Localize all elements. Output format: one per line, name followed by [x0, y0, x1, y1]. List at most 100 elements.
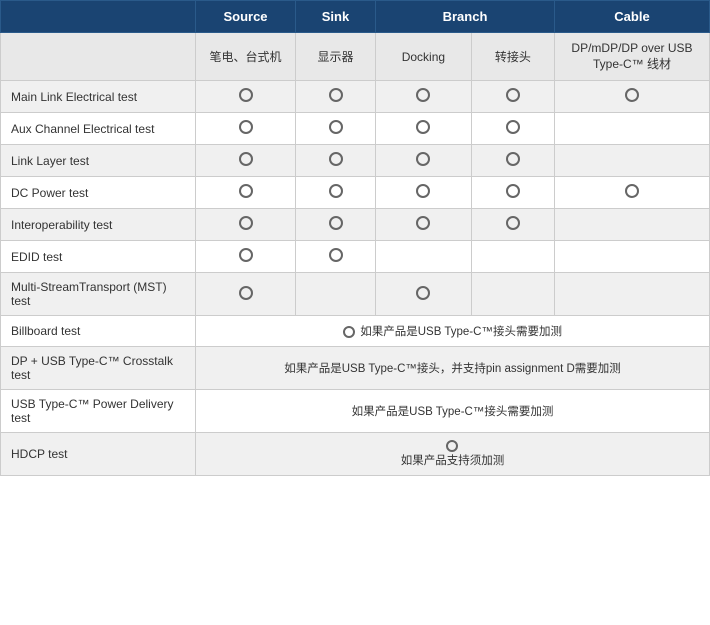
row-label: Billboard test: [1, 316, 196, 347]
cell-branch1: [376, 209, 472, 241]
cell-source: [196, 273, 296, 316]
row-label: Multi-StreamTransport (MST) test: [1, 273, 196, 316]
row-label: DC Power test: [1, 177, 196, 209]
cell-cable: [555, 113, 710, 145]
circle-icon: [343, 326, 355, 338]
sub-col-branch2: 转接头: [471, 33, 554, 81]
row-label: Interoperability test: [1, 209, 196, 241]
note-cell: 如果产品是USB Type-C™接头需要加测: [196, 390, 710, 433]
cell-branch1: [376, 177, 472, 209]
cell-source: [196, 81, 296, 113]
circle-icon: [506, 216, 520, 230]
circle-icon: [239, 152, 253, 166]
cell-branch1: [376, 145, 472, 177]
circle-icon: [416, 88, 430, 102]
cell-branch1: [376, 273, 472, 316]
cell-sink: [296, 81, 376, 113]
cell-sink: [296, 177, 376, 209]
sub-col-cable: DP/mDP/DP over USB Type-C™ 线材: [555, 33, 710, 81]
cell-cable: [555, 241, 710, 273]
circle-icon: [625, 88, 639, 102]
col-header-sink: Sink: [296, 1, 376, 33]
circle-icon: [329, 248, 343, 262]
col-header-cable: Cable: [555, 1, 710, 33]
note-cell: 如果产品是USB Type-C™接头，并支持pin assignment D需要…: [196, 347, 710, 390]
note-cell: 如果产品是USB Type-C™接头需要加测: [196, 316, 710, 347]
sub-col-name: [1, 33, 196, 81]
cell-source: [196, 241, 296, 273]
circle-icon: [329, 120, 343, 134]
circle-icon: [416, 286, 430, 300]
table-row: Billboard test 如果产品是USB Type-C™接头需要加测: [1, 316, 710, 347]
cell-branch2: [471, 145, 554, 177]
circle-icon: [239, 88, 253, 102]
cell-branch2: [471, 209, 554, 241]
circle-icon: [239, 248, 253, 262]
sub-col-branch1: Docking: [376, 33, 472, 81]
sub-col-source: 笔电、台式机: [196, 33, 296, 81]
col-header-branch: Branch: [376, 1, 555, 33]
cell-source: [196, 209, 296, 241]
cell-cable: [555, 209, 710, 241]
cell-source: [196, 177, 296, 209]
circle-icon: [625, 184, 639, 198]
cell-cable: [555, 81, 710, 113]
circle-icon: [239, 184, 253, 198]
cell-branch2: [471, 241, 554, 273]
row-label: DP + USB Type-C™ Crosstalk test: [1, 347, 196, 390]
circle-icon: [506, 184, 520, 198]
circle-icon: [506, 120, 520, 134]
cell-cable: [555, 273, 710, 316]
cell-cable: [555, 145, 710, 177]
col-header-name: [1, 1, 196, 33]
sub-header-row: 笔电、台式机 显示器 Docking 转接头 DP/mDP/DP over US…: [1, 33, 710, 81]
cell-branch1: [376, 81, 472, 113]
sub-col-sink: 显示器: [296, 33, 376, 81]
cell-branch1: [376, 113, 472, 145]
cell-cable: [555, 177, 710, 209]
table-row: HDCP test如果产品支持须加测: [1, 433, 710, 476]
table-row: Main Link Electrical test: [1, 81, 710, 113]
circle-icon: [239, 216, 253, 230]
cell-source: [196, 113, 296, 145]
circle-icon: [329, 216, 343, 230]
circle-icon: [506, 88, 520, 102]
row-label: HDCP test: [1, 433, 196, 476]
cell-sink: [296, 241, 376, 273]
circle-icon: [416, 120, 430, 134]
row-label: Main Link Electrical test: [1, 81, 196, 113]
table-row: DC Power test: [1, 177, 710, 209]
table-row: Interoperability test: [1, 209, 710, 241]
table-row: Link Layer test: [1, 145, 710, 177]
col-header-source: Source: [196, 1, 296, 33]
circle-icon: [416, 184, 430, 198]
cell-branch2: [471, 81, 554, 113]
row-label: Aux Channel Electrical test: [1, 113, 196, 145]
table-row: Multi-StreamTransport (MST) test: [1, 273, 710, 316]
note-cell: 如果产品支持须加测: [196, 433, 710, 476]
circle-icon: [329, 152, 343, 166]
cell-branch2: [471, 273, 554, 316]
circle-icon: [446, 440, 458, 452]
circle-icon: [239, 286, 253, 300]
cell-sink: [296, 273, 376, 316]
cell-branch1: [376, 241, 472, 273]
circle-icon: [416, 216, 430, 230]
row-label: EDID test: [1, 241, 196, 273]
table-row: USB Type-C™ Power Delivery test如果产品是USB …: [1, 390, 710, 433]
table-row: Aux Channel Electrical test: [1, 113, 710, 145]
circle-icon: [239, 120, 253, 134]
cell-source: [196, 145, 296, 177]
circle-icon: [329, 184, 343, 198]
header-row: Source Sink Branch Cable: [1, 1, 710, 33]
table-row: EDID test: [1, 241, 710, 273]
circle-icon: [416, 152, 430, 166]
cell-branch2: [471, 177, 554, 209]
circle-icon: [329, 88, 343, 102]
cell-branch2: [471, 113, 554, 145]
circle-icon: [506, 152, 520, 166]
compatibility-table: Source Sink Branch Cable 笔电、台式机 显示器 Dock…: [0, 0, 710, 476]
cell-sink: [296, 209, 376, 241]
row-label: USB Type-C™ Power Delivery test: [1, 390, 196, 433]
cell-sink: [296, 145, 376, 177]
